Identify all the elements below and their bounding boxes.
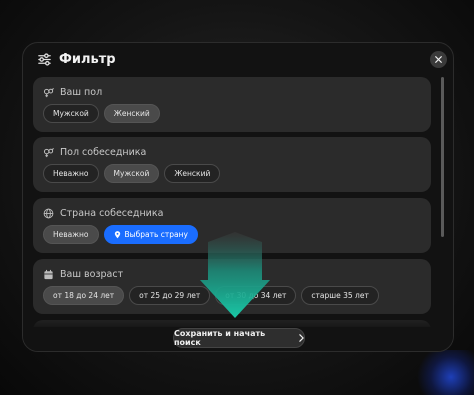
option-age-35-plus[interactable]: старше 35 лет xyxy=(301,286,379,305)
close-icon xyxy=(435,56,442,63)
option-any[interactable]: Неважно xyxy=(43,225,99,244)
option-female[interactable]: Женский xyxy=(164,164,221,183)
section-partner-gender: Пол собеседника Неважно Мужской Женский xyxy=(33,137,431,192)
globe-icon xyxy=(43,208,54,218)
option-male[interactable]: Мужской xyxy=(103,164,160,183)
option-female[interactable]: Женский xyxy=(103,104,160,123)
calendar-icon xyxy=(44,269,53,279)
down-arrow-icon xyxy=(200,232,270,318)
option-age-18-24[interactable]: от 18 до 24 лет xyxy=(43,286,125,305)
option-group: Мужской Женский xyxy=(43,104,160,123)
location-pin-icon xyxy=(114,230,120,238)
section-title: Ваш возраст xyxy=(60,268,124,280)
section-heading: Пол собеседника xyxy=(43,145,146,159)
close-button[interactable] xyxy=(430,51,447,68)
option-group: Неважно Мужской Женский xyxy=(43,164,221,183)
section-title: Пол собеседника xyxy=(60,146,147,158)
option-group: Неважно Выбрать страну xyxy=(43,225,198,244)
option-male[interactable]: Мужской xyxy=(43,104,99,123)
scrollbar[interactable] xyxy=(441,77,444,237)
background-glow xyxy=(415,350,474,395)
save-and-search-button[interactable]: Сохранить и начать поиск xyxy=(173,328,305,348)
section-heading: Страна собеседника xyxy=(43,206,163,220)
choose-country-label: Выбрать страну xyxy=(124,230,188,239)
gender-icon xyxy=(43,87,54,97)
modal-title: Фильтр xyxy=(59,52,116,67)
choose-country-button[interactable]: Выбрать страну xyxy=(103,225,198,244)
save-and-search-label: Сохранить и начать поиск xyxy=(174,329,266,347)
chevron-right-icon xyxy=(299,334,304,342)
section-heading: Ваш пол xyxy=(43,85,102,99)
section-title: Страна собеседника xyxy=(60,207,164,219)
option-age-25-29[interactable]: от 25 до 29 лет xyxy=(129,286,211,305)
section-heading: Ваш возраст xyxy=(43,267,123,281)
gender-icon xyxy=(43,147,54,157)
option-any[interactable]: Неважно xyxy=(43,164,99,183)
modal-header: Фильтр xyxy=(23,43,453,77)
section-title: Ваш пол xyxy=(60,86,103,98)
sliders-icon xyxy=(38,53,51,66)
section-your-gender: Ваш пол Мужской Женский xyxy=(33,77,431,132)
